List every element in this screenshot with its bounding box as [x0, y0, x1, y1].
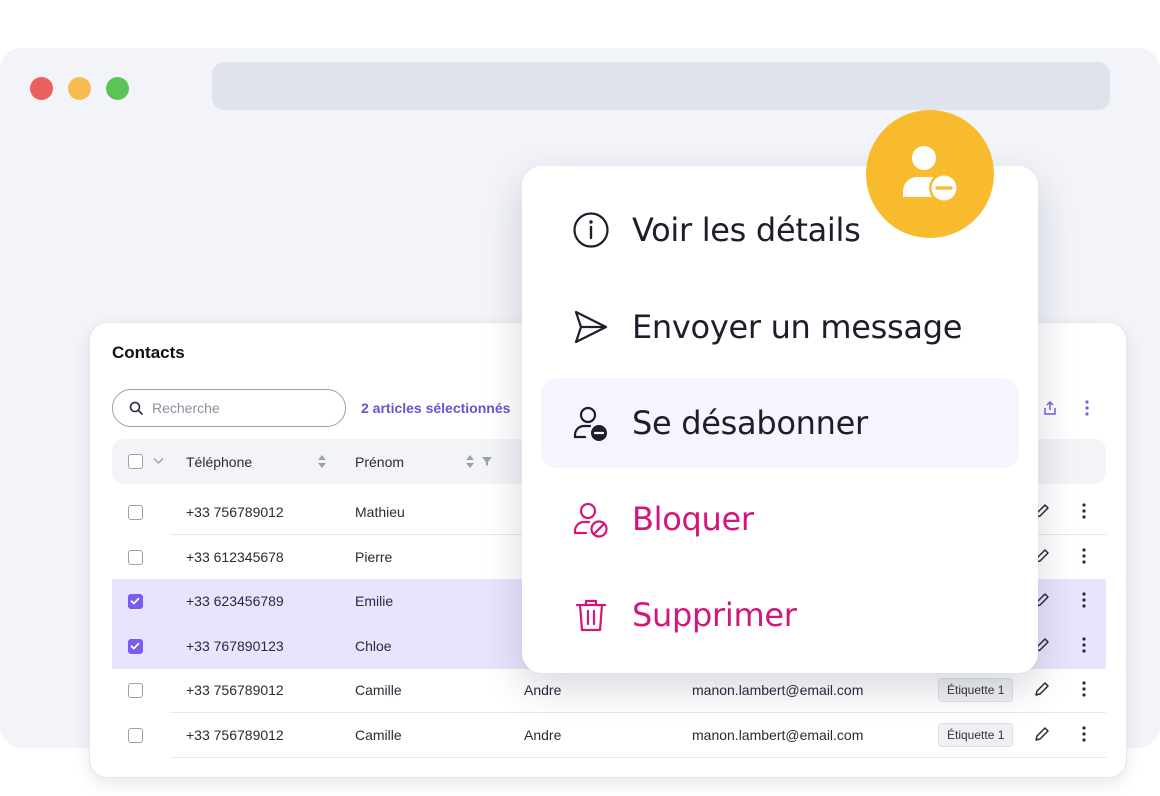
- row-checkbox[interactable]: [128, 550, 143, 565]
- search-placeholder: Recherche: [152, 400, 220, 416]
- row-checkbox[interactable]: [128, 594, 143, 609]
- row-menu-icon[interactable]: [1080, 591, 1088, 609]
- window-minimize-button[interactable]: [68, 77, 91, 100]
- user-minus-icon: [572, 404, 610, 442]
- menu-item-block[interactable]: Bloquer: [541, 474, 1019, 564]
- filter-icon[interactable]: [482, 456, 492, 466]
- edit-icon[interactable]: [1033, 680, 1051, 698]
- row-menu-icon[interactable]: [1080, 636, 1088, 654]
- page-title: Contacts: [112, 343, 185, 362]
- phone-cell: +33 767890123: [186, 638, 284, 654]
- phone-cell: +33 623456789: [186, 593, 284, 609]
- chevron-down-icon[interactable]: [153, 457, 164, 465]
- phone-cell: +33 612345678: [186, 549, 284, 565]
- row-divider: [170, 757, 1106, 758]
- trash-icon: [572, 596, 610, 634]
- table-row[interactable]: +33 756789012 Camille Andre manon.lambert@e…: [112, 713, 1106, 758]
- first-name-cell: Camille: [355, 682, 402, 698]
- more-actions-icon[interactable]: [1080, 399, 1094, 417]
- first-name-cell: Chloe: [355, 638, 392, 654]
- row-checkbox[interactable]: [128, 639, 143, 654]
- edit-icon[interactable]: [1033, 725, 1051, 743]
- context-menu: Voir les détails Envoyer un message Se d…: [522, 166, 1038, 673]
- search-input[interactable]: Recherche: [112, 389, 346, 427]
- window-maximize-button[interactable]: [106, 77, 129, 100]
- last-name-cell: Andre: [524, 727, 562, 743]
- address-bar[interactable]: [212, 62, 1110, 110]
- row-checkbox[interactable]: [128, 683, 143, 698]
- row-menu-icon[interactable]: [1080, 502, 1088, 520]
- menu-item-send-message[interactable]: Envoyer un message: [541, 282, 1019, 372]
- menu-item-label: Bloquer: [632, 500, 754, 538]
- first-name-cell: Pierre: [355, 549, 393, 565]
- row-menu-icon[interactable]: [1080, 680, 1088, 698]
- menu-item-label: Supprimer: [632, 596, 797, 634]
- row-menu-icon[interactable]: [1080, 725, 1088, 743]
- window-close-button[interactable]: [30, 77, 53, 100]
- selection-count: 2 articles sélectionnés: [361, 400, 511, 416]
- menu-item-unsubscribe[interactable]: Se désabonner: [541, 378, 1019, 468]
- menu-item-delete[interactable]: Supprimer: [541, 570, 1019, 660]
- row-menu-icon[interactable]: [1080, 547, 1088, 565]
- row-checkbox[interactable]: [128, 728, 143, 743]
- menu-item-label: Envoyer un message: [632, 308, 963, 346]
- first-name-cell: Camille: [355, 727, 402, 743]
- first-name-cell: Emilie: [355, 593, 394, 609]
- user-minus-icon: [903, 146, 959, 203]
- last-name-cell: Andre: [524, 682, 562, 698]
- first-name-cell: Mathieu: [355, 504, 405, 520]
- table-row[interactable]: +33 756789012 Camille Andre manon.lambert@e…: [112, 668, 1106, 713]
- sort-icon[interactable]: [465, 454, 475, 469]
- user-block-icon: [572, 500, 610, 538]
- email-cell: manon.lambert@email.com: [692, 682, 864, 698]
- menu-item-label: Se désabonner: [632, 404, 868, 442]
- info-icon: [572, 211, 610, 249]
- phone-cell: +33 756789012: [186, 504, 284, 520]
- tag-badge: Étiquette 1: [938, 678, 1014, 702]
- menu-item-label: Voir les détails: [632, 211, 861, 249]
- select-all-checkbox[interactable]: [128, 454, 143, 469]
- column-header-phone[interactable]: Téléphone: [186, 454, 252, 470]
- phone-cell: +33 756789012: [186, 682, 284, 698]
- sort-icon[interactable]: [317, 454, 327, 469]
- column-header-first-name[interactable]: Prénom: [355, 454, 404, 470]
- email-cell: manon.lambert@email.com: [692, 727, 864, 743]
- phone-cell: +33 756789012: [186, 727, 284, 743]
- tag-badge: Étiquette 1: [938, 723, 1014, 747]
- unsubscribe-badge: [866, 110, 994, 238]
- share-icon[interactable]: [1041, 399, 1059, 417]
- send-icon: [572, 308, 610, 346]
- search-icon: [129, 401, 143, 415]
- row-checkbox[interactable]: [128, 505, 143, 520]
